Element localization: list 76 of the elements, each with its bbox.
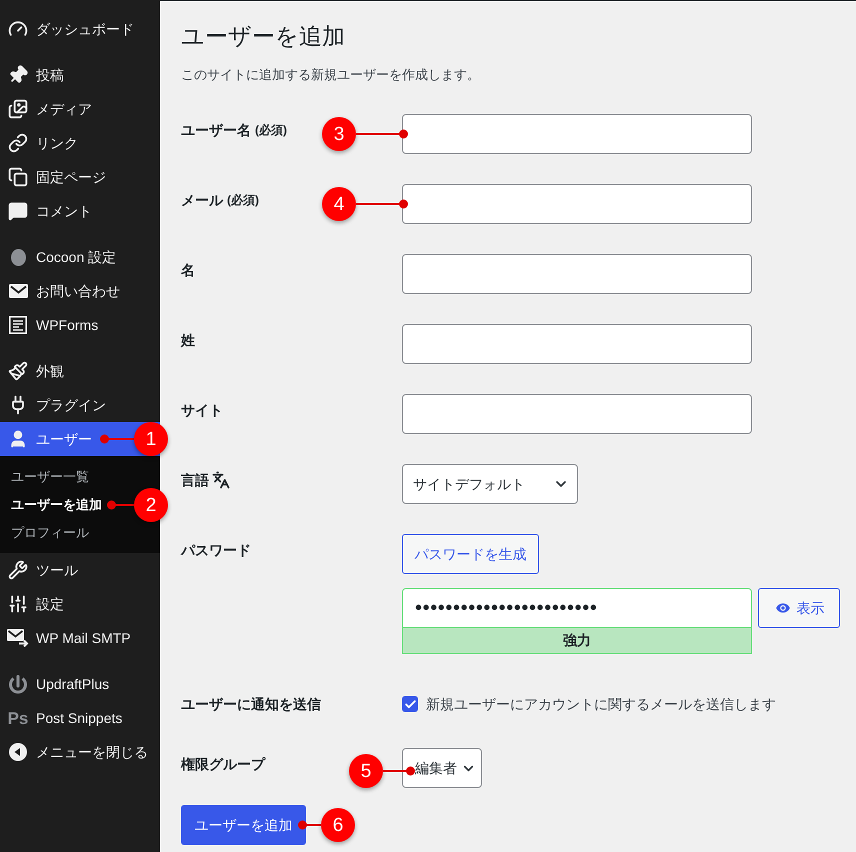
page-description: このサイトに追加する新規ユーザーを作成します。 — [181, 66, 481, 84]
circle-arrow-left-icon — [9, 743, 27, 761]
menu-item[interactable]: コメント — [0, 194, 160, 228]
field-label: 名 — [181, 261, 195, 280]
required-note: (必須) — [227, 192, 259, 209]
copy-icon — [8, 167, 28, 187]
field-label: 姓 — [181, 331, 195, 350]
speech-bubble-icon — [8, 201, 28, 221]
translation-icon — [212, 471, 230, 489]
leader-line — [356, 199, 408, 209]
submenu-item[interactable]: ユーザー一覧 — [0, 463, 160, 491]
leader-line — [383, 766, 415, 776]
menu-item[interactable]: ダッシュボード — [0, 12, 160, 46]
text-field[interactable] — [402, 114, 752, 154]
checkbox-label: 新規ユーザーにアカウントに関するメールを送信します — [426, 694, 776, 714]
generate-password-button[interactable]: パスワードを生成 — [402, 534, 539, 574]
text-field[interactable] — [402, 394, 752, 434]
show-password-button[interactable]: 表示 — [758, 588, 840, 628]
callout-badge: 5 — [349, 754, 383, 788]
callout-badge: 3 — [322, 117, 356, 151]
menu-item[interactable]: WPForms — [0, 308, 160, 342]
field-label: 言語 — [181, 471, 209, 490]
menu-item[interactable]: UpdraftPlus — [0, 667, 160, 701]
menu-item[interactable]: Cocoon 設定 — [0, 240, 160, 274]
field-label: サイト — [181, 401, 223, 420]
wrench-icon — [8, 560, 28, 580]
field-label: ユーザーに通知を送信 — [181, 695, 321, 714]
menu-item[interactable]: メニューを閉じる — [0, 735, 160, 769]
menu-item[interactable]: お問い合わせ — [0, 274, 160, 308]
circle-icon — [10, 248, 26, 266]
menu-item[interactable]: 外観 — [0, 354, 160, 388]
menu-item[interactable]: メディア — [0, 92, 160, 126]
images-icon — [8, 99, 28, 119]
menu-item[interactable]: 投稿 — [0, 58, 160, 92]
check-icon — [404, 698, 416, 710]
text-field[interactable] — [402, 254, 752, 294]
paintbrush-icon — [8, 361, 28, 381]
submenu-item[interactable]: プロフィール — [0, 519, 160, 547]
menu-item[interactable]: 設定 — [0, 587, 160, 621]
menu-item[interactable]: WP Mail SMTP — [0, 621, 160, 655]
menu-item[interactable]: プラグイン — [0, 388, 160, 422]
callout-badge: 6 — [321, 808, 355, 842]
role-select[interactable]: 編集者 — [402, 748, 482, 788]
strength-meter: 強力 — [402, 628, 752, 654]
leader-line — [356, 129, 408, 139]
leader-line — [298, 820, 321, 830]
link-icon — [8, 133, 28, 153]
field-label: メール — [181, 191, 223, 210]
leader-line — [100, 434, 134, 444]
menu-item[interactable]: 固定ページ — [0, 160, 160, 194]
form-icon — [9, 316, 27, 334]
power-icon — [9, 674, 27, 694]
callout-badge: 4 — [322, 187, 356, 221]
gauge-icon — [8, 19, 28, 39]
callout-badge: 2 — [134, 488, 168, 522]
sliders-icon — [8, 594, 28, 614]
text-field[interactable] — [402, 184, 752, 224]
checkbox[interactable] — [402, 696, 418, 712]
callout-badge: 1 — [134, 422, 168, 456]
password-field[interactable]: •••••••••••••••••••••••• — [402, 588, 752, 628]
menu-item[interactable]: ツール — [0, 553, 160, 587]
menu-item[interactable]: リンク — [0, 126, 160, 160]
submenu-item[interactable]: ユーザーを追加 — [0, 491, 106, 519]
leader-line — [107, 500, 134, 510]
field-label: 権限グループ — [181, 755, 265, 774]
field-label: パスワード — [181, 541, 251, 560]
add-user-button[interactable]: ユーザーを追加 — [181, 805, 306, 845]
language-select[interactable]: サイトデフォルト — [402, 464, 578, 504]
page-title: ユーザーを追加 — [181, 22, 346, 51]
menu-item[interactable]: Ps Post Snippets — [0, 701, 160, 735]
envelope-arrow-icon — [7, 629, 29, 647]
ps-logo: Ps — [8, 710, 28, 726]
text-field[interactable] — [402, 324, 752, 364]
required-note: (必須) — [255, 122, 287, 139]
envelope-icon — [8, 284, 28, 298]
field-label: ユーザー名 — [181, 121, 251, 140]
